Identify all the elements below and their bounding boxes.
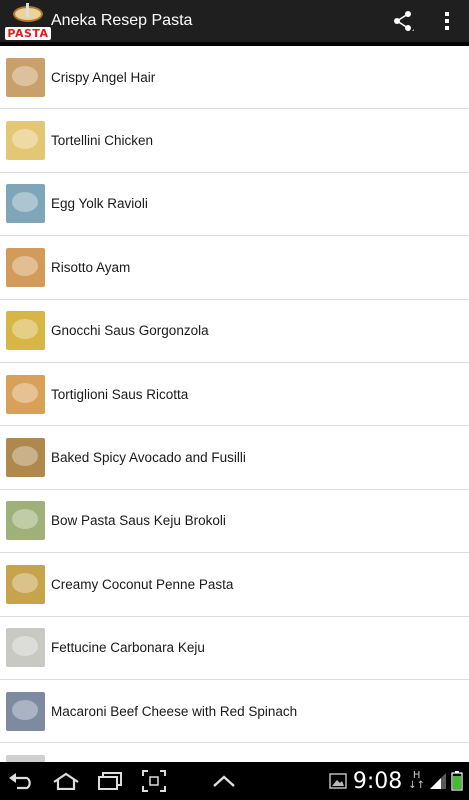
battery-icon	[451, 771, 463, 791]
recipe-title: Macaroni Beef Cheese with Red Spinach	[51, 703, 298, 719]
recipe-title: Risotto Ayam	[51, 259, 131, 275]
network-activity-label: ↓↑	[408, 780, 425, 791]
recipe-title: Gnocchi Saus Gorgonzola	[51, 323, 209, 339]
recipe-thumbnail	[6, 691, 45, 731]
screenshot-button[interactable]	[132, 762, 176, 800]
recipe-list-item[interactable]	[0, 743, 469, 762]
recipe-list-item[interactable]: Fettucine Carbonara Keju	[0, 616, 469, 680]
clock: 9:08	[352, 768, 403, 794]
recipe-thumbnail	[6, 311, 45, 351]
share-button[interactable]	[381, 0, 425, 43]
recipe-title: Tortiglioni Saus Ricotta	[51, 386, 189, 402]
recipe-list-item[interactable]: Tortiglioni Saus Ricotta	[0, 362, 469, 427]
recipe-title: Creamy Coconut Penne Pasta	[51, 576, 234, 592]
recipe-list-item[interactable]: Baked Spicy Avocado and Fusilli	[0, 426, 469, 490]
action-bar: PASTA Aneka Resep Pasta	[0, 0, 469, 44]
app-logo[interactable]: PASTA	[5, 2, 51, 40]
recent-apps-button[interactable]	[88, 762, 132, 800]
recipe-thumbnail	[6, 121, 45, 161]
recipe-thumbnail	[6, 438, 45, 478]
recipe-thumbnail	[6, 564, 45, 604]
menu-up-button[interactable]	[202, 762, 246, 800]
recipe-thumbnail	[6, 184, 45, 224]
system-navigation-bar: 9:08 H ↓↑	[0, 762, 469, 800]
network-type-indicator: H ↓↑	[408, 771, 425, 791]
status-area[interactable]: 9:08 H ↓↑	[329, 762, 469, 800]
recipe-thumbnail	[6, 57, 45, 97]
overflow-menu-button[interactable]	[425, 0, 469, 43]
share-icon	[394, 11, 414, 31]
recent-apps-icon	[98, 772, 122, 790]
home-icon	[53, 772, 79, 790]
recipe-list-item[interactable]: Egg Yolk Ravioli	[0, 172, 469, 237]
app-title: Aneka Resep Pasta	[51, 12, 193, 29]
recipe-thumbnail	[6, 374, 45, 414]
recipe-list-item[interactable]: Gnocchi Saus Gorgonzola	[0, 299, 469, 363]
recipe-title: Fettucine Carbonara Keju	[51, 640, 205, 656]
signal-strength-icon	[430, 773, 446, 789]
recipe-thumbnail	[6, 628, 45, 668]
recipe-list-item[interactable]: Bow Pasta Saus Keju Brokoli	[0, 489, 469, 554]
recipe-thumbnail	[6, 501, 45, 541]
home-button[interactable]	[44, 762, 88, 800]
recipe-title: Tortellini Chicken	[51, 133, 154, 149]
overflow-menu-icon	[445, 12, 449, 30]
recipe-thumbnail	[6, 754, 45, 762]
chevron-up-icon	[213, 775, 235, 787]
recipe-list-item[interactable]: Creamy Coconut Penne Pasta	[0, 553, 469, 617]
recipe-list-item[interactable]: Tortellini Chicken	[0, 109, 469, 173]
recipe-title: Egg Yolk Ravioli	[51, 196, 148, 212]
recipe-list-item[interactable]: Crispy Angel Hair	[0, 46, 469, 110]
gallery-notification-icon	[329, 773, 347, 789]
back-button[interactable]	[0, 762, 44, 800]
recipe-list-item[interactable]: Risotto Ayam	[0, 236, 469, 300]
app-logo-text: PASTA	[5, 27, 51, 40]
recipe-list[interactable]: Crispy Angel Hair Tortellini Chicken Egg Y…	[0, 46, 469, 762]
fork-icon	[26, 3, 29, 17]
recipe-thumbnail	[6, 247, 45, 287]
screenshot-icon	[142, 770, 166, 792]
recipe-list-item[interactable]: Macaroni Beef Cheese with Red Spinach	[0, 679, 469, 744]
back-icon	[9, 773, 31, 790]
recipe-title: Crispy Angel Hair	[51, 69, 156, 85]
recipe-title: Baked Spicy Avocado and Fusilli	[51, 450, 246, 466]
recipe-title: Bow Pasta Saus Keju Brokoli	[51, 513, 226, 529]
